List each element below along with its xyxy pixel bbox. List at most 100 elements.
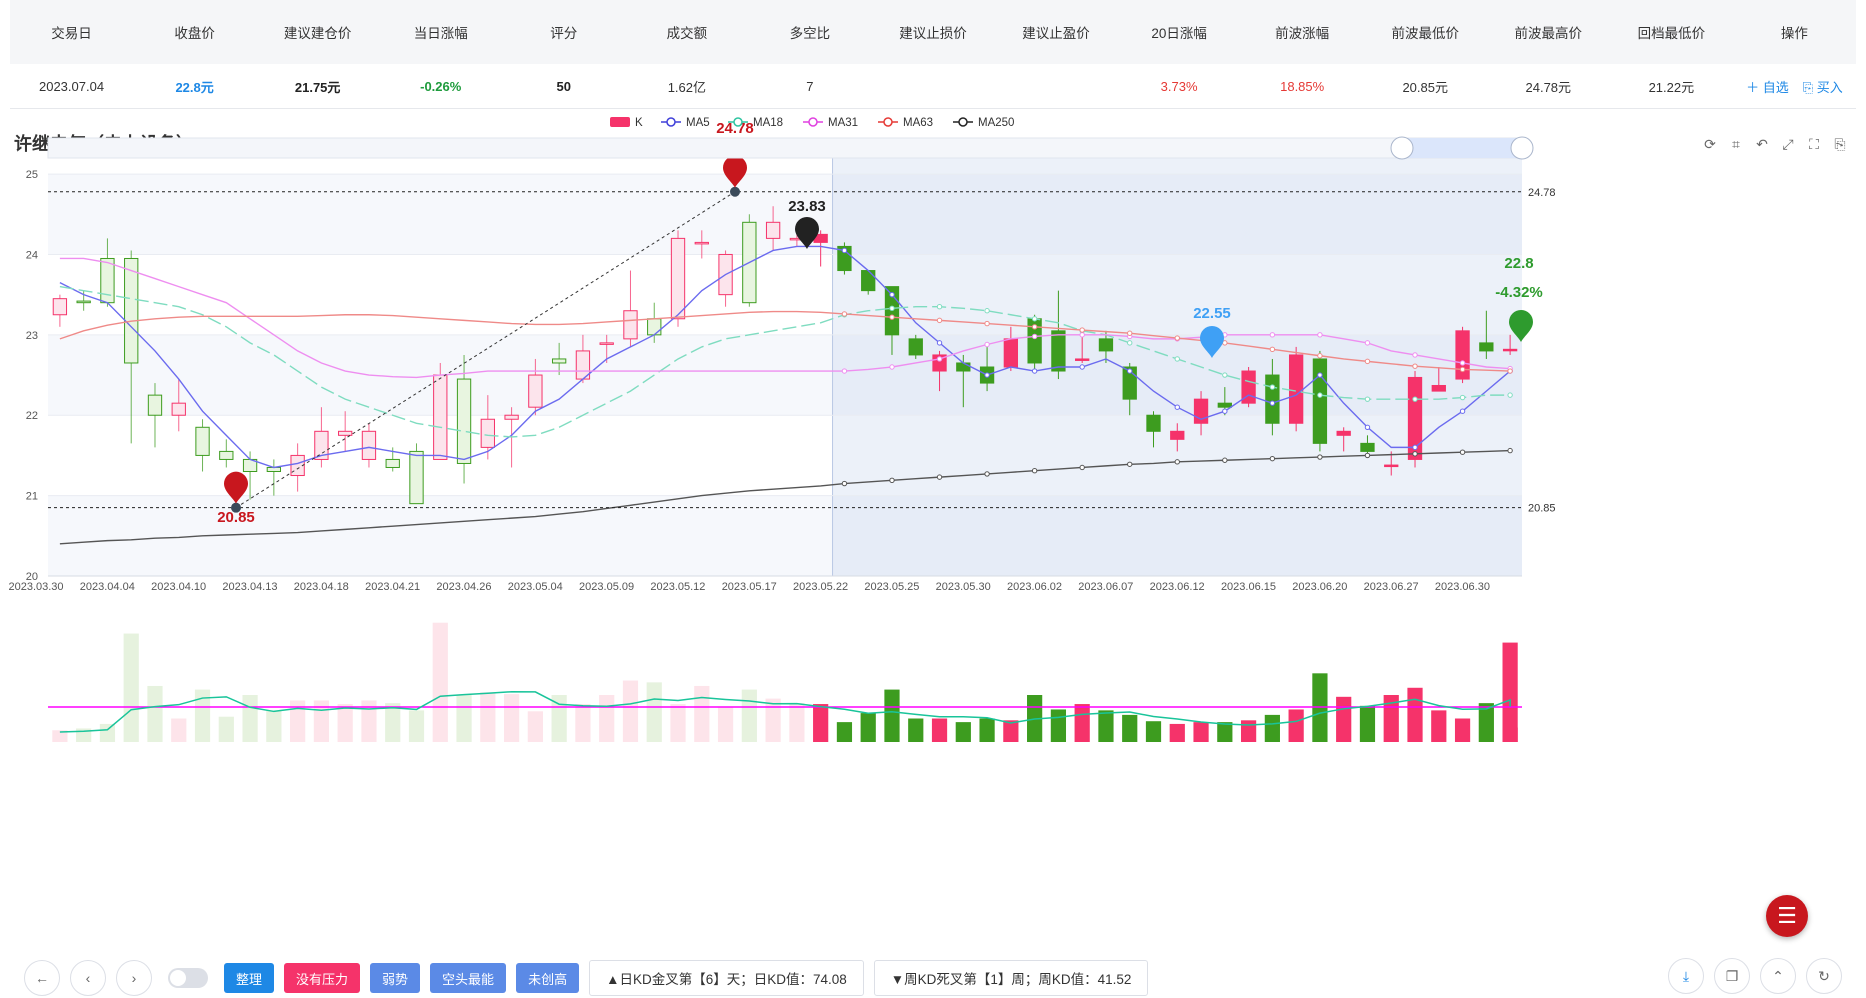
candle-body	[1098, 338, 1114, 352]
legend-label: MA5	[686, 117, 710, 129]
volume-bar	[337, 704, 353, 742]
next-button[interactable]: ›	[116, 960, 152, 996]
tag-no-new-high[interactable]: 未创高	[516, 963, 580, 993]
ma-point	[1317, 372, 1323, 378]
summary-actions: ＋ 自选 ⎘ 买入	[1733, 77, 1856, 96]
volume-bar	[931, 718, 948, 742]
summary-header-cell: 当日涨幅	[413, 26, 468, 41]
ma-point	[1079, 364, 1085, 370]
ma-point	[1031, 368, 1038, 374]
candle-body	[861, 270, 876, 292]
x-tick-label: 2023.06.27	[1364, 581, 1419, 593]
download-button[interactable]: ⤓	[1668, 958, 1704, 994]
volume-bar	[1264, 714, 1280, 742]
buy-button[interactable]: ⎘ 买入	[1803, 77, 1843, 96]
zoom-slider-track	[47, 137, 1523, 159]
ma-point	[1222, 372, 1228, 378]
candle-body	[599, 342, 614, 345]
candle-body	[1003, 338, 1019, 368]
summary-value-cell: -0.26%	[420, 78, 462, 94]
volume-bar	[1050, 709, 1067, 742]
candle-body	[908, 338, 923, 356]
x-tick-label: 2023.03.30	[8, 581, 63, 593]
candle-body	[528, 374, 543, 408]
ma-point	[841, 368, 848, 374]
daily-kd-info: ▲日KD金叉第【6】天；日KD值：74.08	[589, 960, 864, 996]
volume-bar	[836, 722, 853, 742]
volume-bar	[242, 695, 258, 742]
volume-bar	[1074, 704, 1090, 742]
summary-header-cell: 建议建仓价	[283, 26, 352, 41]
candle-body	[147, 394, 163, 416]
ma-point	[1459, 360, 1466, 366]
volume-bar	[1336, 696, 1352, 742]
volume-bar	[408, 710, 425, 742]
candle-body	[1146, 414, 1161, 432]
tag-no-pressure[interactable]: 没有压力	[284, 963, 361, 993]
ma-point	[889, 477, 895, 484]
y-tick-label: 25	[26, 169, 38, 181]
reload-button[interactable]: ↻	[1806, 958, 1842, 994]
summary-value-cell: 20.85元	[1402, 79, 1448, 95]
volume-bar	[1193, 722, 1209, 742]
volume-bar	[599, 695, 615, 742]
ma-point	[1079, 464, 1085, 471]
ma-point	[936, 474, 943, 480]
add-watchlist-button[interactable]: ＋ 自选	[1746, 77, 1789, 96]
kline-chart[interactable]: 2021222324252023.03.30 2023.04.04 2023.04.…	[0, 108, 1866, 908]
ma-point	[984, 372, 990, 378]
ma-point	[1317, 332, 1323, 338]
ma-point	[1222, 457, 1228, 463]
legend-label: MA31	[828, 117, 858, 129]
prev-button[interactable]: ‹	[70, 960, 106, 996]
tag-consolidation[interactable]: 整理	[224, 963, 275, 993]
zoom-handle-left	[1390, 136, 1414, 160]
summary-header-cell: 20日涨幅	[1151, 26, 1207, 41]
menu-fab-button[interactable]: ☰	[1766, 895, 1808, 937]
tag-weak[interactable]: 弱势	[370, 963, 421, 993]
legend-label: MA18	[753, 117, 783, 129]
low-price-label: 20.85	[1528, 503, 1556, 515]
volume-bar	[1359, 705, 1376, 742]
zoom-slider-window	[1402, 138, 1522, 158]
bottom-right-tools: ⤓ ❐ ⌃ ↻	[1668, 958, 1842, 994]
volume-bar	[99, 723, 116, 742]
legend-label: K	[635, 117, 643, 129]
candle-body	[171, 402, 186, 416]
copy-button[interactable]: ❐	[1714, 958, 1750, 994]
volume-bar	[218, 716, 234, 742]
ma-point	[1412, 363, 1418, 369]
ma-point	[1507, 447, 1513, 454]
ma-point	[1127, 461, 1133, 467]
ma-point	[889, 305, 895, 312]
tag-short-energy[interactable]: 空头最能	[430, 963, 507, 993]
ma-point	[1031, 324, 1038, 330]
candle-body	[694, 241, 709, 245]
candle-body	[338, 430, 353, 436]
ma-point	[1174, 356, 1180, 362]
x-tick-label: 2023.05.09	[579, 581, 634, 593]
download-icon: ⤓	[1682, 967, 1690, 984]
scroll-top-button[interactable]: ⌃	[1760, 958, 1796, 994]
candle-body	[623, 310, 638, 340]
current-change-label: -4.32%	[1495, 284, 1543, 301]
summary-header-cell: 多空比	[789, 26, 831, 41]
ma-point	[1507, 392, 1513, 398]
ma-point	[936, 340, 943, 346]
ma-point	[889, 314, 895, 320]
back-button[interactable]: ←	[24, 960, 60, 996]
ma-point	[1127, 368, 1133, 374]
x-tick-label: 2023.05.17	[722, 581, 777, 593]
ma-point	[1174, 459, 1180, 465]
ma-point	[889, 364, 895, 370]
toggle-switch[interactable]	[168, 968, 208, 988]
summary-header-cell: 操作	[1780, 26, 1808, 41]
ma-point	[1364, 340, 1371, 346]
ma-point	[1459, 394, 1466, 401]
ma-point	[1269, 400, 1276, 406]
legend-k-swatch	[610, 117, 630, 127]
summary-value-cell: 1.62亿	[667, 79, 706, 95]
summary-header-cell: 成交额	[666, 26, 708, 41]
candle-body	[956, 362, 971, 372]
ma-point	[1364, 424, 1371, 430]
